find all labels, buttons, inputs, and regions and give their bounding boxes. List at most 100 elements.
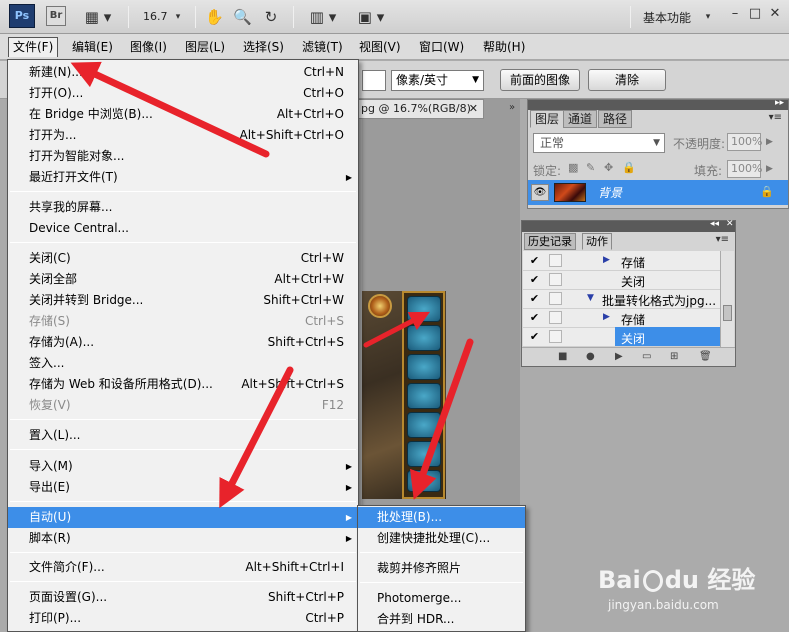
menu-window[interactable]: 窗口(W) (415, 37, 468, 57)
visibility-eye-icon[interactable]: 👁 (531, 184, 549, 201)
rotate-view-icon[interactable]: ↻ (262, 7, 280, 27)
checkmark-icon[interactable]: ✔ (528, 311, 541, 324)
arrange-documents-icon[interactable]: ▥ ▾ (306, 7, 340, 27)
dialog-toggle[interactable] (549, 311, 562, 324)
menu-item-save-for-web[interactable]: 存储为 Web 和设备所用格式(D)... Alt+Shift+Ctrl+S (8, 374, 358, 395)
layer-row-background[interactable]: 👁 背景 🔒 (528, 180, 788, 205)
checkmark-icon[interactable]: ✔ (528, 254, 541, 267)
menu-item-browse-bridge[interactable]: 在 Bridge 中浏览(B)... Alt+Ctrl+O (8, 104, 358, 125)
menu-item-page-setup[interactable]: 页面设置(G)... Shift+Ctrl+P (8, 587, 358, 608)
panel-menu-icon[interactable]: ▾≡ (716, 234, 729, 245)
tab-layers[interactable]: 图层 (530, 110, 565, 128)
list-item[interactable]: ✔ 关闭 (523, 270, 720, 290)
checkmark-icon[interactable]: ✔ (528, 330, 541, 343)
menu-help[interactable]: 帮助(H) (479, 37, 529, 57)
menu-item-import[interactable]: 导入(M) ▶ (8, 456, 358, 477)
menu-item-check-in[interactable]: 签入... (8, 353, 358, 374)
opacity-field[interactable]: 100% (727, 133, 762, 151)
view-extras-icon[interactable]: ▦ ▾ (84, 7, 112, 27)
maximize-icon[interactable]: □ (748, 7, 762, 21)
dialog-toggle[interactable] (549, 273, 562, 286)
collapse-icon[interactable]: ◂◂ (710, 219, 719, 229)
screen-mode-icon[interactable]: ▣ ▾ (354, 7, 388, 27)
menu-item-automate[interactable]: 自动(U) ▶ (8, 507, 358, 528)
resolution-field[interactable] (362, 70, 386, 91)
menu-item-print[interactable]: 打印(P)... Ctrl+P (8, 608, 358, 629)
menu-item-close[interactable]: 关闭(C) Ctrl+W (8, 248, 358, 269)
dialog-toggle[interactable] (549, 292, 562, 305)
menu-item-photomerge[interactable]: Photomerge... (358, 588, 525, 609)
menu-item-open-smart-object[interactable]: 打开为智能对象... (8, 146, 358, 167)
menu-item-close-go-bridge[interactable]: 关闭并转到 Bridge... Shift+Ctrl+W (8, 290, 358, 311)
blend-mode-select[interactable]: 正常 ▼ (533, 133, 665, 153)
collapse-triangle-icon[interactable]: ▼ (587, 293, 594, 303)
menu-item-close-all[interactable]: 关闭全部 Alt+Ctrl+W (8, 269, 358, 290)
menu-edit[interactable]: 编辑(E) (68, 37, 117, 57)
record-icon[interactable]: ● (586, 351, 595, 362)
front-image-button[interactable]: 前面的图像 (500, 69, 580, 91)
trash-icon[interactable]: 🗑 (699, 351, 712, 362)
list-item[interactable]: ✔ ▶ 存储 (523, 251, 720, 271)
tab-paths[interactable]: 路径 (598, 110, 633, 128)
chevron-down-icon[interactable]: ▾ (703, 7, 713, 27)
menu-item-open[interactable]: 打开(O)... Ctrl+O (8, 83, 358, 104)
expand-triangle-icon[interactable]: ▶ (603, 255, 610, 265)
menu-item-new[interactable]: 新建(N)... Ctrl+N (8, 62, 358, 83)
menu-item-crop-straighten[interactable]: 裁剪并修齐照片 (358, 558, 525, 579)
checkmark-icon[interactable]: ✔ (528, 273, 541, 286)
panel-menu-icon[interactable]: ▾≡ (769, 112, 782, 123)
lock-all-icon[interactable]: 🔒 (622, 161, 636, 174)
workspace-switcher[interactable]: 基本功能 (643, 9, 691, 26)
resolution-units-select[interactable]: 像素/英寸 ▼ (391, 70, 484, 91)
play-icon[interactable]: ▶ (615, 351, 623, 362)
chevron-right-icon[interactable]: ▶ (766, 137, 773, 147)
close-icon[interactable]: ✕ (469, 100, 478, 118)
new-set-icon[interactable]: ▭ (642, 351, 651, 362)
menu-item-batch[interactable]: 批处理(B)... (358, 507, 525, 528)
checkmark-icon[interactable]: ✔ (528, 292, 541, 305)
scrollbar-thumb[interactable] (723, 305, 732, 321)
menu-item-place[interactable]: 置入(L)... (8, 425, 358, 446)
expand-triangle-icon[interactable]: ▶ (603, 312, 610, 322)
zoom-tool-icon[interactable]: 🔍 (233, 7, 252, 27)
dialog-toggle[interactable] (549, 330, 562, 343)
menu-layer[interactable]: 图层(L) (181, 37, 229, 57)
bridge-launch-button[interactable]: Br (46, 6, 66, 26)
menu-filter[interactable]: 滤镜(T) (298, 37, 347, 57)
tab-channels[interactable]: 通道 (563, 110, 598, 128)
fill-field[interactable]: 100% (727, 160, 762, 178)
menu-item-share-screen[interactable]: 共享我的屏幕... (8, 197, 358, 218)
tab-actions[interactable]: 动作 (582, 233, 612, 250)
collapse-panels-icon[interactable]: » (503, 99, 521, 117)
dialog-toggle[interactable] (549, 254, 562, 267)
menu-item-save-as[interactable]: 存储为(A)... Shift+Ctrl+S (8, 332, 358, 353)
menu-select[interactable]: 选择(S) (239, 37, 288, 57)
lock-image-icon[interactable]: ✎ (586, 161, 595, 174)
chevron-down-icon[interactable]: ▾ (172, 7, 184, 27)
chevron-right-icon[interactable]: ▶ (766, 164, 773, 174)
lock-position-icon[interactable]: ✥ (604, 161, 613, 174)
close-icon[interactable]: ✕ (768, 7, 782, 21)
menu-item-open-as[interactable]: 打开为... Alt+Shift+Ctrl+O (8, 125, 358, 146)
menu-item-merge-hdr[interactable]: 合并到 HDR... (358, 609, 525, 630)
hand-tool-icon[interactable]: ✋ (205, 7, 224, 27)
menu-file[interactable]: 文件(F) (8, 37, 59, 57)
menu-item-create-droplet[interactable]: 创建快捷批处理(C)... (358, 528, 525, 549)
menu-item-scripts[interactable]: 脚本(R) ▶ (8, 528, 358, 549)
collapse-icon[interactable]: ▸▸ (775, 98, 784, 108)
document-tab[interactable]: pg @ 16.7%(RGB/8) ✕ (352, 99, 484, 119)
menu-item-recent-files[interactable]: 最近打开文件(T) ▶ (8, 167, 358, 188)
list-item[interactable]: ✔ 关闭 (523, 327, 720, 347)
tab-history[interactable]: 历史记录 (524, 233, 576, 250)
zoom-level-select[interactable]: 16.7 (143, 10, 168, 23)
close-icon[interactable]: ✕ (726, 219, 734, 229)
menu-item-export[interactable]: 导出(E) ▶ (8, 477, 358, 498)
clear-button[interactable]: 清除 (588, 69, 666, 91)
menu-image[interactable]: 图像(I) (126, 37, 171, 57)
new-action-icon[interactable]: ⊞ (670, 351, 678, 362)
list-item[interactable]: ✔ ▶ 存储 (523, 308, 720, 328)
stop-icon[interactable]: ■ (558, 351, 567, 362)
lock-transparent-icon[interactable]: ▩ (568, 161, 578, 174)
minimize-icon[interactable]: – (728, 7, 742, 21)
menu-item-device-central[interactable]: Device Central... (8, 218, 358, 239)
